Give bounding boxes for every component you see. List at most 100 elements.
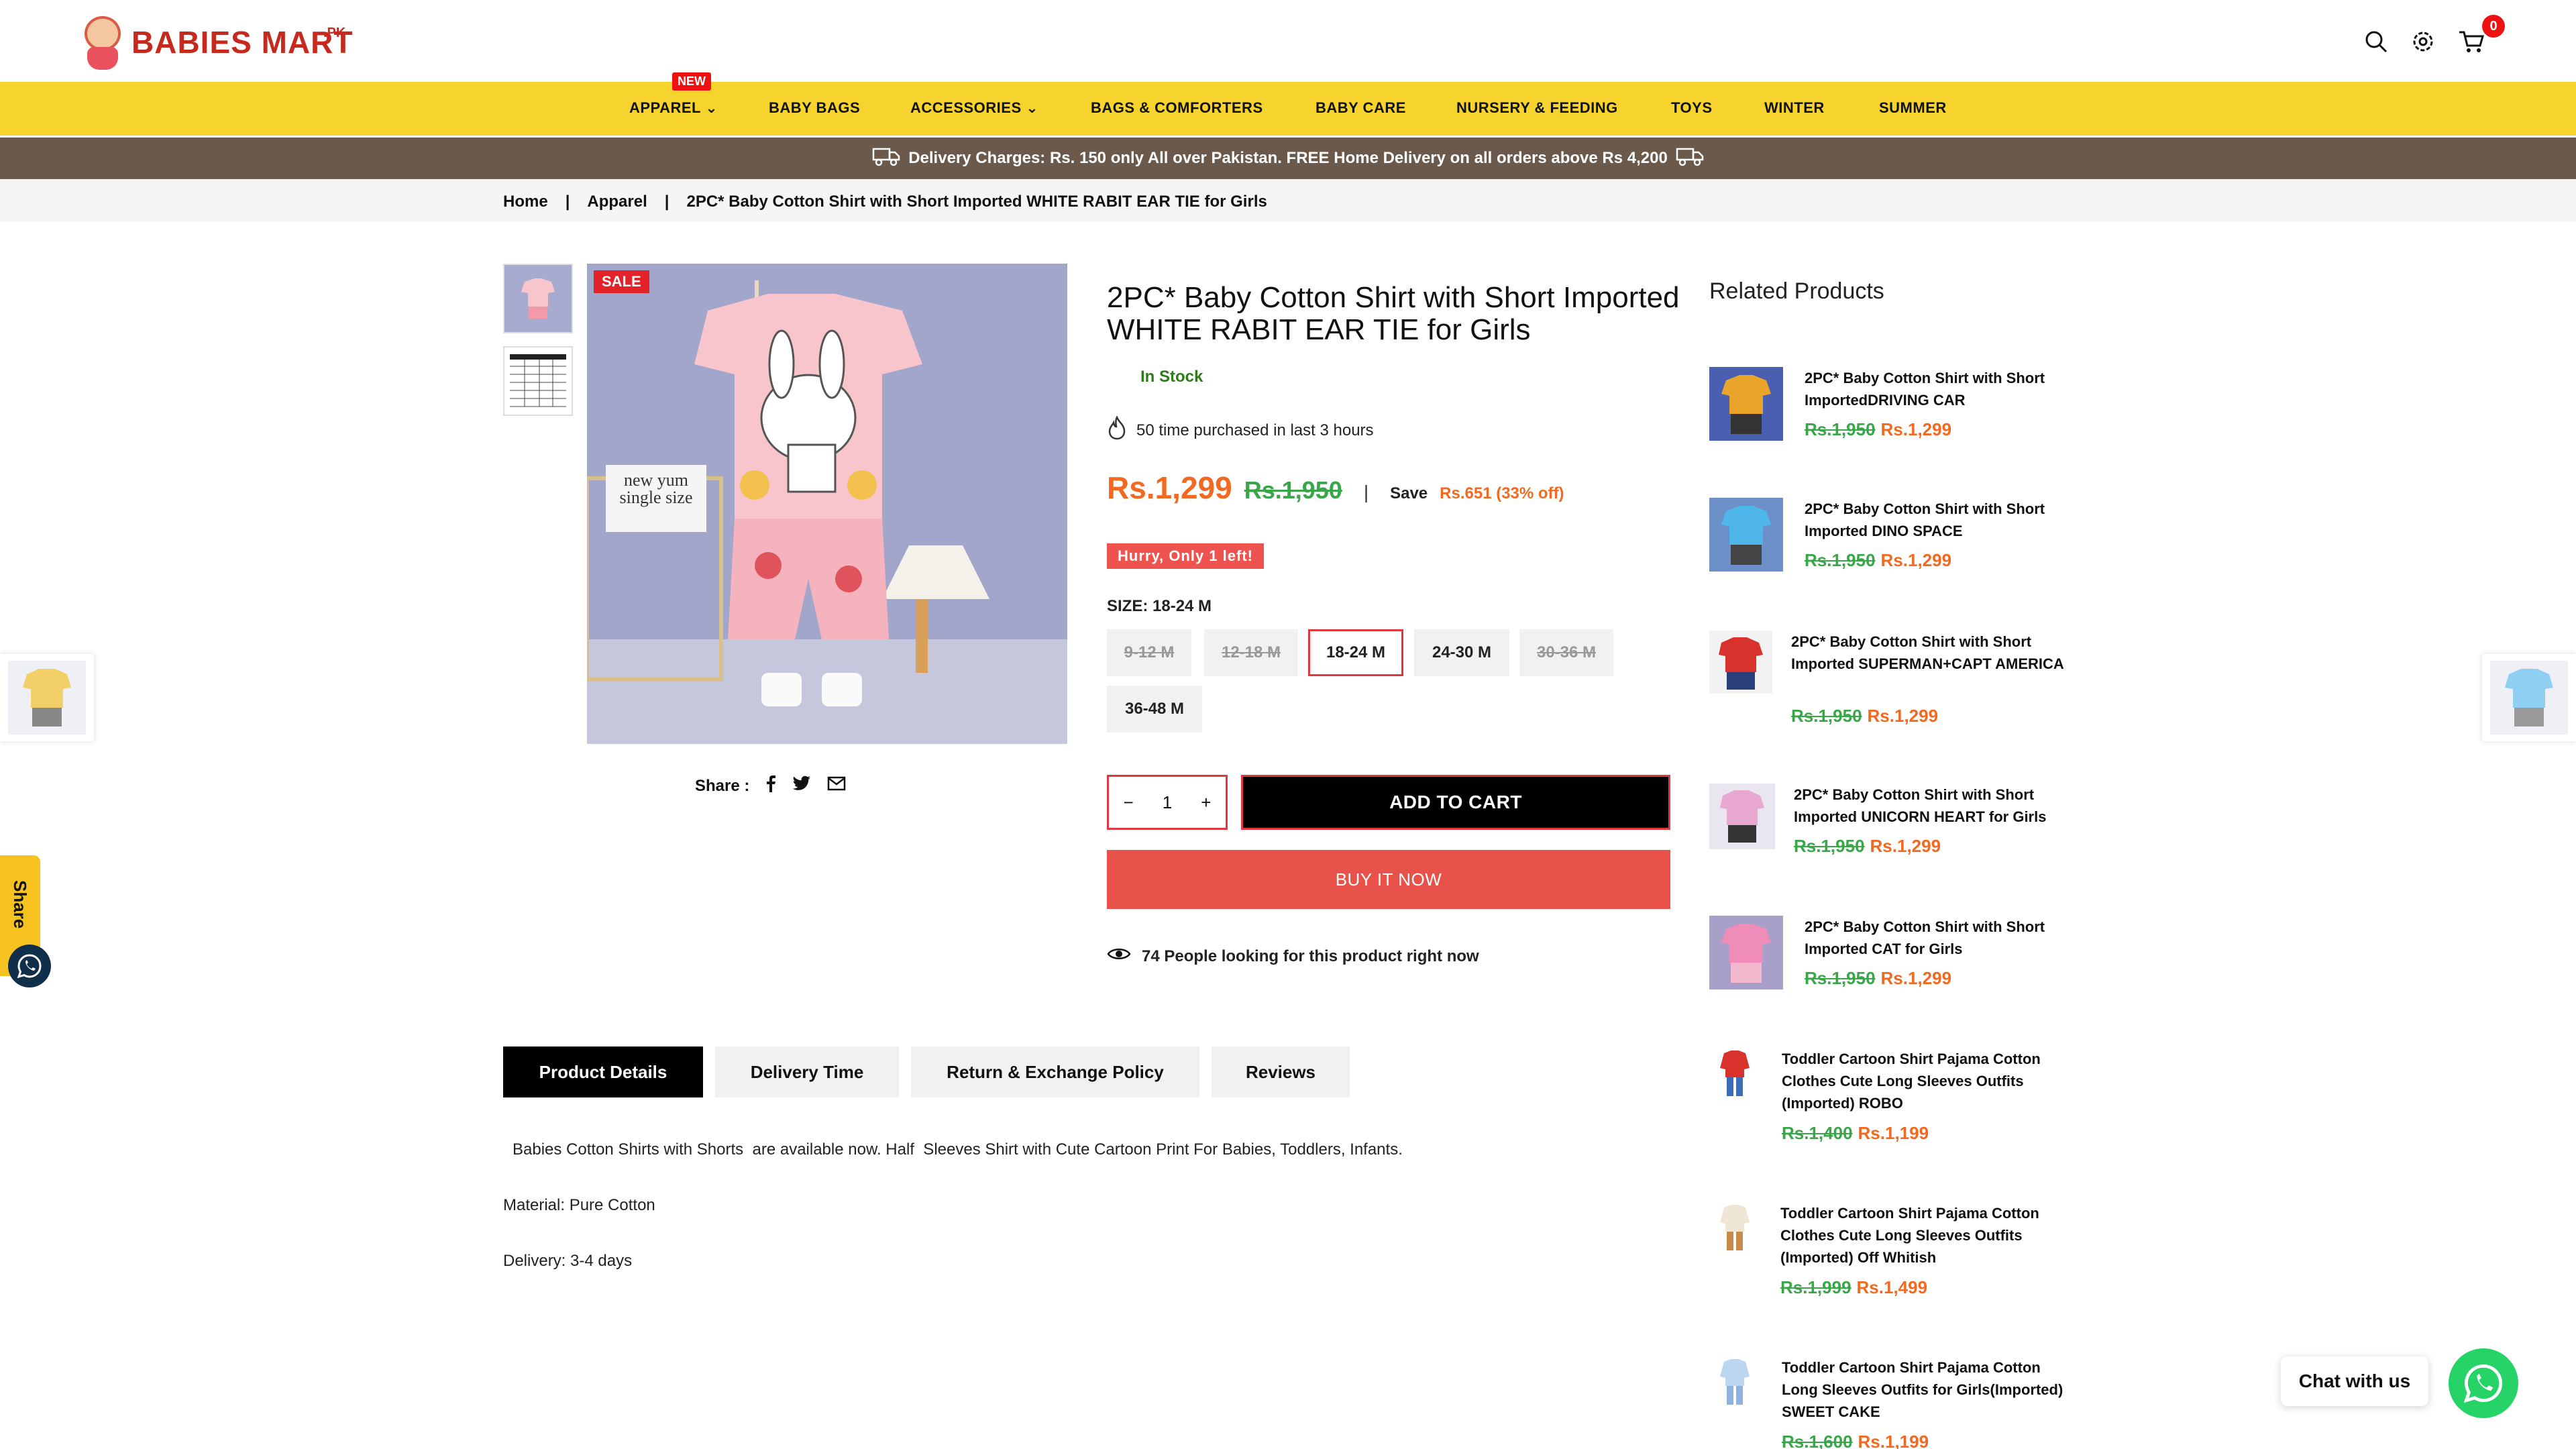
related-product-image[interactable] xyxy=(1709,916,1783,989)
related-product-name[interactable]: 2PC* Baby Cotton Shirt with Short Import… xyxy=(1805,367,2086,411)
product-main-image[interactable]: new yum single size xyxy=(587,264,1067,744)
related-product-image[interactable] xyxy=(1709,1356,1760,1407)
people-looking: 74 People looking for this product right… xyxy=(1107,946,1479,967)
related-product[interactable]: Toddler Cartoon Shirt Pajama Cotton Clot… xyxy=(1709,1048,2085,1143)
gear-icon[interactable] xyxy=(2407,25,2439,58)
related-product-name[interactable]: Toddler Cartoon Shirt Pajama Cotton Long… xyxy=(1782,1356,2063,1423)
related-product-name[interactable]: Toddler Cartoon Shirt Pajama Cotton Clot… xyxy=(1780,1202,2062,1269)
related-product-price: Rs.1,950 Rs.1,299 xyxy=(1805,419,1952,439)
quantity-decrease-button[interactable]: − xyxy=(1124,792,1134,813)
purchased-text: 50 time purchased in last 3 hours xyxy=(1136,421,1374,439)
related-product-image[interactable] xyxy=(1709,631,1772,694)
related-product-price: Rs.1,400 Rs.1,199 xyxy=(1782,1123,1929,1143)
breadcrumb: Home | Apparel | 2PC* Baby Cotton Shirt … xyxy=(503,193,1267,211)
nav-item-winter[interactable]: WINTER xyxy=(1764,99,1825,117)
related-product-image[interactable] xyxy=(1709,498,1783,572)
quantity-stepper: − 1 + xyxy=(1107,775,1228,830)
size-option-9-12m[interactable]: 9-12 M xyxy=(1107,629,1191,676)
low-stock-badge: Hurry, Only 1 left! xyxy=(1107,543,1264,569)
baby-logo-icon xyxy=(79,13,126,71)
related-product-image[interactable] xyxy=(1709,1048,1760,1099)
related-products-title: Related Products xyxy=(1709,278,1884,304)
nav-item-nursery-feeding[interactable]: NURSERY & FEEDING xyxy=(1456,99,1618,117)
save-amount: Rs.651 (33% off) xyxy=(1440,484,1564,502)
delivery-text: Delivery Charges: Rs. 150 only All over … xyxy=(908,149,1668,167)
main-nav: APPAREL ⌄ BABY BAGS ACCESSORIES ⌄ BAGS &… xyxy=(0,82,2576,136)
breadcrumb-category[interactable]: Apparel xyxy=(587,193,647,211)
related-product[interactable]: Toddler Cartoon Shirt Pajama Cotton Long… xyxy=(1709,1356,2085,1449)
size-option-36-48m[interactable]: 36-48 M xyxy=(1107,686,1202,733)
chat-with-us-bubble[interactable]: Chat with us xyxy=(2281,1356,2428,1406)
previous-product-preview[interactable] xyxy=(0,654,94,741)
related-product-name[interactable]: 2PC* Baby Cotton Shirt with Short Import… xyxy=(1805,916,2086,960)
related-product-price: Rs.1,950 Rs.1,299 xyxy=(1794,836,1941,856)
nav-item-toys[interactable]: TOYS xyxy=(1671,99,1713,117)
related-product-price: Rs.1,950 Rs.1,299 xyxy=(1805,968,1952,988)
sale-badge: SALE xyxy=(594,270,649,293)
logo-suffix: .PK xyxy=(323,25,346,40)
related-product-price: Rs.1,600 Rs.1,199 xyxy=(1782,1432,1929,1449)
share-side-tab-label: Share xyxy=(10,880,30,929)
site-header: BABIES MART .PK 0 xyxy=(0,0,2576,82)
whatsapp-icon[interactable] xyxy=(8,945,51,987)
breadcrumb-current: 2PC* Baby Cotton Shirt with Short Import… xyxy=(686,193,1267,211)
add-to-cart-button[interactable]: ADD TO CART xyxy=(1241,775,1670,830)
breadcrumb-separator: | xyxy=(565,193,570,211)
related-product[interactable]: Toddler Cartoon Shirt Pajama Cotton Clot… xyxy=(1709,1202,2085,1297)
nav-item-accessories[interactable]: ACCESSORIES ⌄ xyxy=(910,99,1038,117)
size-option-12-18m[interactable]: 12-18 M xyxy=(1204,629,1298,676)
nav-item-baby-care[interactable]: BABY CARE xyxy=(1316,99,1406,117)
breadcrumb-home[interactable]: Home xyxy=(503,193,548,211)
eye-icon xyxy=(1107,946,1131,967)
facebook-icon[interactable] xyxy=(765,775,776,797)
related-product[interactable]: 2PC* Baby Cotton Shirt with Short Import… xyxy=(1709,784,2085,864)
whatsapp-icon[interactable] xyxy=(2449,1348,2518,1418)
nav-item-apparel[interactable]: APPAREL ⌄ xyxy=(629,99,718,117)
new-badge: NEW xyxy=(672,72,711,91)
next-product-preview[interactable] xyxy=(2482,654,2576,741)
related-product-image[interactable] xyxy=(1709,784,1775,849)
gallery-thumbnail-size-chart[interactable] xyxy=(503,346,573,416)
stock-status: In Stock xyxy=(1140,368,1203,386)
related-product-image[interactable] xyxy=(1709,367,1783,441)
search-icon[interactable] xyxy=(2360,25,2392,58)
related-product[interactable]: 2PC* Baby Cotton Shirt with Short Import… xyxy=(1709,498,2085,578)
twitter-icon[interactable] xyxy=(792,775,811,796)
current-price: Rs.1,299 xyxy=(1107,470,1232,505)
nav-item-summer[interactable]: SUMMER xyxy=(1879,99,1947,117)
size-label: SIZE: 18-24 M xyxy=(1107,597,1212,615)
quantity-value[interactable]: 1 xyxy=(1163,792,1172,813)
original-price: Rs.1,950 xyxy=(1244,476,1342,504)
related-product-name[interactable]: 2PC* Baby Cotton Shirt with Short Import… xyxy=(1794,784,2076,828)
price-row: Rs.1,299 Rs.1,950 | Save Rs.651 (33% off… xyxy=(1107,470,1564,506)
related-product[interactable]: 2PC* Baby Cotton Shirt with Short Import… xyxy=(1709,631,2085,726)
tab-delivery-time[interactable]: Delivery Time xyxy=(715,1046,899,1097)
mail-icon[interactable] xyxy=(827,776,846,796)
nav-item-bags-comforters[interactable]: BAGS & COMFORTERS xyxy=(1091,99,1263,117)
related-product-price: Rs.1,950 Rs.1,299 xyxy=(1791,706,1939,726)
fire-icon xyxy=(1107,415,1127,445)
logo-text: BABIES MART xyxy=(131,25,354,60)
related-product-image[interactable] xyxy=(1709,1202,1760,1253)
description-line: Babies Cotton Shirts with Shorts are ava… xyxy=(513,1140,1403,1159)
tab-reviews[interactable]: Reviews xyxy=(1212,1046,1350,1097)
tab-product-details[interactable]: Product Details xyxy=(503,1046,703,1097)
tab-return-exchange[interactable]: Return & Exchange Policy xyxy=(911,1046,1199,1097)
gallery-thumbnail[interactable] xyxy=(503,264,573,333)
breadcrumb-separator: | xyxy=(664,193,669,211)
site-logo[interactable]: BABIES MART .PK xyxy=(79,12,361,72)
size-option-18-24m[interactable]: 18-24 M xyxy=(1308,629,1403,676)
buy-now-button[interactable]: BUY IT NOW xyxy=(1107,850,1670,909)
share-row: Share : xyxy=(695,775,846,797)
related-product[interactable]: 2PC* Baby Cotton Shirt with Short Import… xyxy=(1709,916,2085,996)
related-product-name[interactable]: 2PC* Baby Cotton Shirt with Short Import… xyxy=(1791,631,2073,675)
quantity-increase-button[interactable]: + xyxy=(1201,792,1211,813)
related-product[interactable]: 2PC* Baby Cotton Shirt with Short Import… xyxy=(1709,367,2085,447)
related-product-name[interactable]: Toddler Cartoon Shirt Pajama Cotton Clot… xyxy=(1782,1048,2063,1114)
delivery-banner: Delivery Charges: Rs. 150 only All over … xyxy=(0,138,2576,179)
description-material: Material: Pure Cotton xyxy=(503,1196,655,1214)
size-option-30-36m[interactable]: 30-36 M xyxy=(1519,629,1613,676)
related-product-name[interactable]: 2PC* Baby Cotton Shirt with Short Import… xyxy=(1805,498,2086,542)
nav-item-baby-bags[interactable]: BABY BAGS xyxy=(769,99,860,117)
size-option-24-30m[interactable]: 24-30 M xyxy=(1414,629,1509,676)
